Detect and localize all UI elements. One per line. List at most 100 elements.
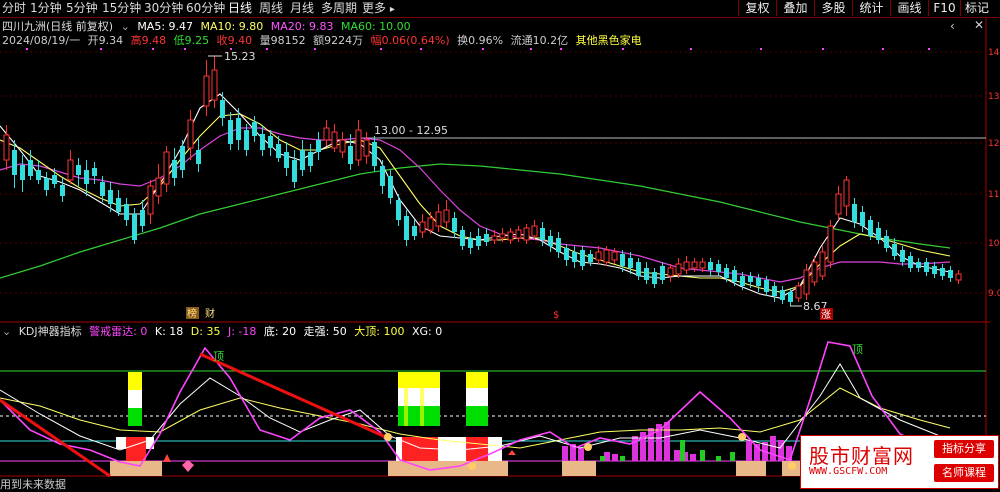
candle (636, 258, 641, 280)
candle (244, 124, 249, 156)
diamond-icon (182, 460, 194, 472)
candle (20, 155, 25, 192)
event-marker[interactable]: 涨 (821, 309, 831, 321)
candle (860, 206, 865, 232)
indicator-value: XG: 0 (411, 325, 443, 338)
candle (308, 144, 313, 172)
candle (564, 244, 569, 266)
candle (756, 274, 761, 292)
signal-dot (420, 48, 422, 50)
signal-dot (530, 48, 532, 50)
candle (404, 210, 409, 246)
indicator-bar (716, 456, 721, 461)
candle (683, 256, 690, 274)
event-marker[interactable]: $ (553, 310, 559, 321)
indicator-bar (664, 422, 670, 461)
signal-dot (928, 48, 930, 50)
watermark-url: WWW.GSCFW.COM (809, 466, 888, 477)
candle (12, 140, 17, 188)
candle (843, 176, 850, 216)
candle (732, 266, 737, 286)
candle (900, 246, 905, 266)
candle (435, 204, 442, 232)
bottom-zone-block (388, 461, 508, 476)
candle (827, 220, 834, 268)
candle (556, 232, 561, 258)
bottom-zone-block (562, 461, 596, 476)
candle (443, 200, 450, 228)
signal-dot (184, 48, 186, 50)
candle (876, 222, 881, 244)
candle (372, 136, 377, 172)
indicator-bar (730, 452, 735, 461)
indicator-bar (674, 450, 680, 461)
buy-arrow-icon (508, 450, 516, 455)
indicator-bar (612, 454, 618, 461)
candle (916, 258, 921, 272)
signal-dot (380, 48, 382, 50)
candle (667, 264, 674, 282)
signal-dot (100, 48, 102, 50)
signal-dot (482, 48, 484, 50)
candle (211, 56, 218, 108)
bottom-zone-block (110, 461, 162, 476)
candle (284, 142, 289, 176)
indicator-value: 大顶: 100 (354, 325, 405, 338)
candle (147, 180, 154, 224)
candle (76, 158, 81, 186)
candle (60, 178, 65, 202)
candlestick-series (3, 56, 962, 306)
trend-line-down (199, 352, 389, 440)
event-marker[interactable]: 榜 (187, 307, 197, 320)
candle (396, 194, 401, 226)
candle (716, 260, 721, 276)
indicator-bar (562, 446, 568, 461)
indicator-bar (746, 440, 752, 461)
indicator-title[interactable]: KDJ神器指标 (19, 325, 82, 338)
indicator-legend-row: ⌄ KDJ神器指标 警戒雷达: 0 K: 18 D: 35 J: -18 底: … (2, 324, 446, 339)
bottom-zone-block (736, 461, 766, 476)
candle (675, 258, 682, 278)
watermark-tag: 名师课程 (934, 464, 994, 482)
price-tick: 9.00 (988, 289, 1000, 299)
signal-dot (314, 48, 316, 50)
indicator-bar (690, 454, 696, 461)
event-marker[interactable]: 财 (205, 307, 215, 320)
candle (660, 262, 665, 284)
candle (955, 270, 962, 284)
candle (316, 132, 321, 160)
candle (572, 246, 577, 268)
chart-canvas[interactable]: 14.00 13.00 12.00 11.00 10.00 9.00 13.00… (0, 0, 1000, 490)
watermark-title: 股市财富网 (809, 444, 914, 468)
candle (580, 246, 585, 270)
candle (523, 224, 530, 244)
candle (852, 198, 857, 228)
price-tick: 11.00 (988, 190, 1000, 200)
candle (940, 264, 945, 280)
candle (652, 268, 657, 288)
indicator-value: 底: 20 (263, 325, 297, 338)
candle (388, 170, 393, 204)
candle (292, 150, 297, 188)
buy-arrow-icon (163, 454, 171, 462)
candle (948, 266, 953, 282)
high-price-label: 15.23 (224, 50, 256, 63)
candle (772, 282, 777, 302)
candle (339, 132, 346, 158)
price-tick: 14.00 (988, 48, 1000, 58)
candle (180, 140, 185, 178)
candle (924, 258, 929, 276)
signal-dot (26, 48, 28, 50)
candle (124, 198, 129, 226)
indicator-bar (770, 436, 776, 461)
candle (644, 262, 649, 284)
price-tick: 10.00 (988, 239, 1000, 249)
watermark-tag: 指标分享 (934, 440, 994, 458)
candle (163, 146, 170, 192)
collapse-chevron-icon[interactable]: ⌄ (2, 325, 11, 338)
candle (476, 228, 481, 250)
price-tick: 13.00 (988, 92, 1000, 102)
signal-column (396, 372, 466, 461)
indicator-bar (632, 436, 638, 461)
candle (548, 230, 553, 252)
